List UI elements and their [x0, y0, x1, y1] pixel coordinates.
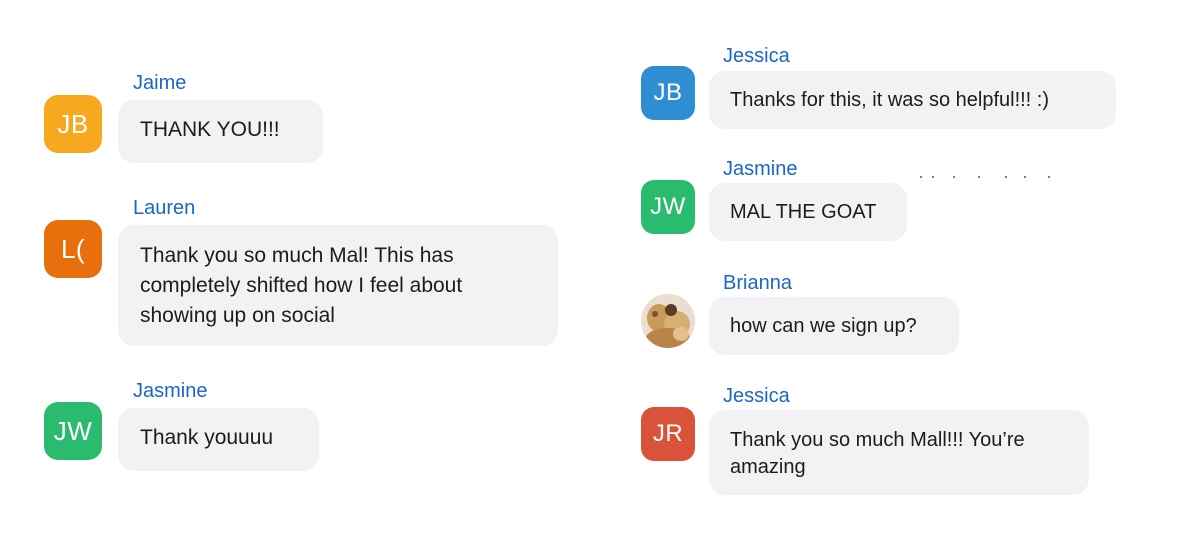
avatar[interactable]: JW — [641, 180, 695, 234]
sender-name[interactable]: Jessica — [723, 45, 790, 68]
avatar[interactable]: JR — [641, 407, 695, 461]
avatar[interactable]: JB — [44, 95, 102, 153]
sender-name[interactable]: Jaime — [133, 72, 186, 95]
message-bubble: MAL THE GOAT — [709, 183, 907, 241]
message-bubble: Thanks for this, it was so helpful!!! :) — [709, 71, 1116, 129]
profile-photo-icon — [641, 294, 695, 348]
message-bubble: THANK YOU!!! — [118, 100, 323, 163]
message-bubble: how can we sign up? — [709, 297, 959, 355]
message-bubble: Thank you so much Mal! This has complete… — [118, 225, 558, 346]
avatar-photo[interactable] — [641, 294, 695, 348]
avatar[interactable]: JB — [641, 66, 695, 120]
avatar[interactable]: L( — [44, 220, 102, 278]
sender-name[interactable]: Brianna — [723, 272, 792, 295]
sender-name[interactable]: Jasmine — [133, 380, 207, 403]
sender-name[interactable]: Jessica — [723, 385, 790, 408]
clipped-text-residue — [820, 176, 1060, 178]
sender-name[interactable]: Jasmine — [723, 158, 797, 181]
sender-name[interactable]: Lauren — [133, 197, 195, 220]
message-bubble: Thank youuuu — [118, 408, 319, 471]
message-bubble: Thank you so much Mall!!! You’re amazing — [709, 410, 1089, 495]
avatar[interactable]: JW — [44, 402, 102, 460]
